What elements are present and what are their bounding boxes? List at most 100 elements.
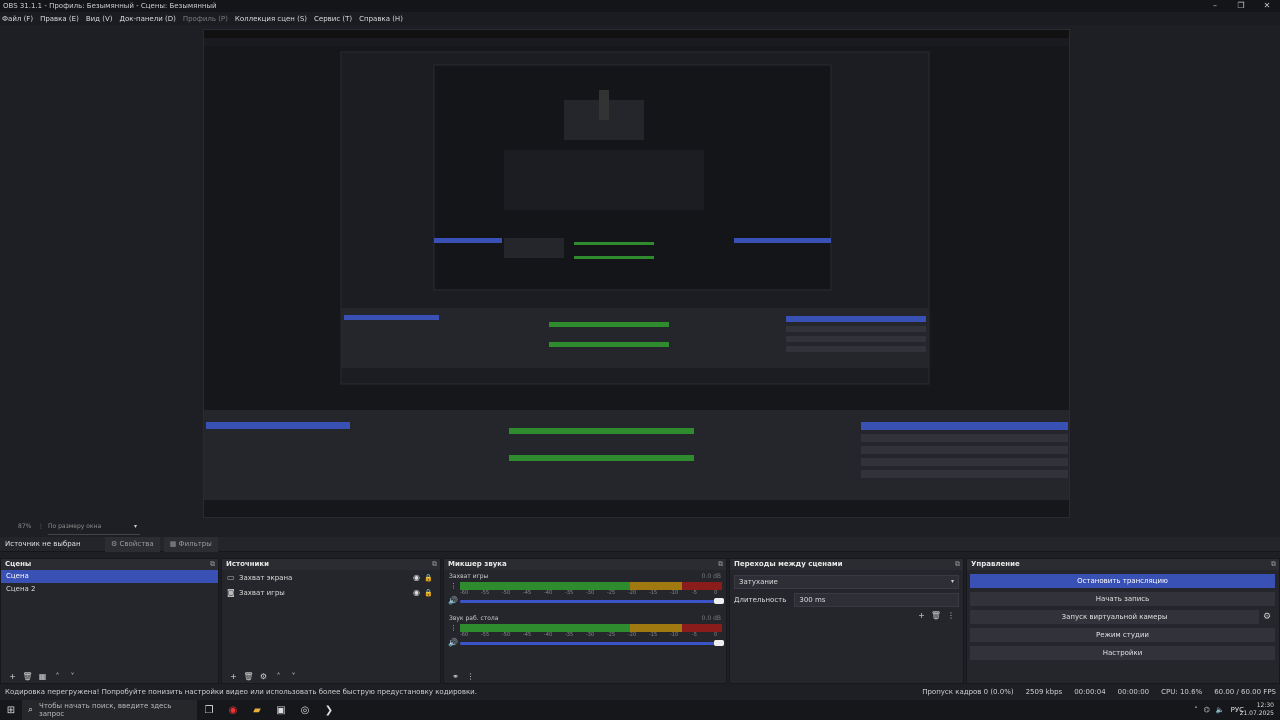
- volume-slider[interactable]: [460, 642, 722, 645]
- undock-icon[interactable]: ⧉: [955, 559, 960, 570]
- windows-start-icon[interactable]: ⊞: [0, 705, 22, 716]
- speaker-icon[interactable]: 🔊: [448, 638, 458, 647]
- taskbar-search[interactable]: ⌕ Чтобы начать поиск, введите здесь запро…: [22, 700, 197, 720]
- trash-icon[interactable]: 🗑: [241, 672, 256, 681]
- sources-title: Источники: [226, 560, 270, 568]
- clock-time: 12:30: [1256, 702, 1274, 709]
- undock-icon[interactable]: ⧉: [432, 559, 437, 570]
- settings-button[interactable]: Настройки: [970, 646, 1275, 660]
- link-icon[interactable]: ⚭: [448, 672, 463, 681]
- store-icon[interactable]: ▣: [269, 700, 293, 720]
- volume-slider-handle[interactable]: [714, 598, 724, 604]
- more-icon[interactable]: ⋮: [450, 582, 457, 590]
- menu-docks[interactable]: Док-панели (D): [119, 15, 175, 23]
- properties-button[interactable]: ⚙ Свойства: [105, 536, 160, 552]
- trash-icon[interactable]: 🗑: [931, 611, 941, 620]
- source-name: Захват игры: [239, 588, 285, 597]
- chevron-up-icon[interactable]: ˄: [271, 672, 286, 681]
- close-icon[interactable]: ✕: [1254, 0, 1280, 12]
- transitions-title: Переходы между сценами: [734, 560, 843, 568]
- transition-select[interactable]: Затухание ▾: [734, 575, 959, 589]
- zoom-percent[interactable]: 87%: [18, 520, 31, 534]
- add-icon[interactable]: +: [226, 672, 241, 681]
- status-bar: Кодировка перегружена! Попробуйте понизи…: [0, 685, 1280, 699]
- source-name: Захват экрана: [239, 573, 293, 582]
- start-recording-button[interactable]: Начать запись: [970, 592, 1275, 606]
- gear-icon: ⚙: [111, 540, 120, 548]
- preview-area: [0, 25, 1280, 519]
- chevron-up-icon[interactable]: ˄: [50, 672, 65, 681]
- source-item[interactable]: ◙ Захват игры ◉ 🔒: [222, 585, 440, 600]
- volume-meter: [460, 582, 722, 590]
- filter-icon[interactable]: ▦: [35, 672, 50, 681]
- system-tray: ˄ ⌬ 🔈 РУС: [1194, 706, 1244, 714]
- menu-profile[interactable]: Профиль (P): [183, 15, 228, 23]
- chevron-down-icon[interactable]: ˅: [65, 672, 80, 681]
- preview-zoom-bar: 87% ⋮ По размеру окна ▾: [0, 520, 1280, 535]
- no-source-label: Источник не выбран: [5, 540, 81, 548]
- gear-icon[interactable]: ⚙: [1259, 612, 1275, 622]
- clock-date: 21.07.2025: [1239, 710, 1274, 717]
- window-controls: – ❐ ✕: [1202, 0, 1280, 12]
- scene-item[interactable]: Сцена: [1, 570, 218, 583]
- source-item[interactable]: ▭ Захват экрана ◉ 🔒: [222, 570, 440, 585]
- browser-icon[interactable]: ◉: [221, 700, 245, 720]
- terminal-icon[interactable]: ❯: [317, 700, 341, 720]
- volume-icon[interactable]: 🔈: [1216, 706, 1225, 714]
- properties-label: Свойства: [119, 540, 154, 548]
- scene-item[interactable]: Сцена 2: [1, 583, 218, 596]
- undock-icon[interactable]: ⧉: [1271, 559, 1276, 570]
- zoom-fit-select[interactable]: По размеру окна: [48, 520, 140, 535]
- stop-streaming-button[interactable]: Остановить трансляцию: [970, 574, 1275, 588]
- lock-icon[interactable]: 🔒: [424, 574, 433, 582]
- chevron-down-icon: ▾: [950, 578, 954, 585]
- undock-icon[interactable]: ⧉: [210, 559, 215, 570]
- eye-icon[interactable]: ◉: [413, 573, 420, 582]
- add-icon[interactable]: +: [918, 611, 925, 620]
- volume-slider[interactable]: [460, 600, 722, 603]
- more-icon[interactable]: ⋮: [450, 624, 457, 632]
- volume-slider-handle[interactable]: [714, 640, 724, 646]
- eye-icon[interactable]: ◉: [413, 588, 420, 597]
- search-icon: ⌕: [28, 705, 34, 715]
- window-title: OBS 31.1.1 - Профиль: Безымянный - Сцены…: [3, 2, 217, 10]
- obs-icon[interactable]: ◎: [293, 700, 317, 720]
- scenes-dock: Сцены ⧉ Сцена Сцена 2 + 🗑 ▦ ˄ ˅: [0, 558, 219, 684]
- chevron-down-icon[interactable]: ▾: [134, 520, 137, 534]
- lock-icon[interactable]: 🔒: [424, 589, 433, 597]
- folder-icon[interactable]: ▰: [245, 700, 269, 720]
- controls-title: Управление: [971, 560, 1020, 568]
- start-virtual-camera-button[interactable]: Запуск виртуальной камеры: [970, 610, 1259, 624]
- speaker-icon[interactable]: 🔊: [448, 596, 458, 605]
- channel-name: Звук раб. стола: [449, 615, 499, 622]
- taskbar-clock[interactable]: 12:30 21.07.2025: [1240, 702, 1274, 718]
- filters-button[interactable]: ▦ Фильтры: [163, 536, 218, 552]
- network-icon[interactable]: ⌬: [1204, 706, 1210, 714]
- menu-edit[interactable]: Правка (E): [40, 15, 79, 23]
- studio-mode-button[interactable]: Режим студии: [970, 628, 1275, 642]
- add-icon[interactable]: +: [5, 672, 20, 681]
- zoom-separator: ⋮: [38, 523, 44, 530]
- record-time: 00:00:00: [1117, 688, 1150, 696]
- menu-tools[interactable]: Сервис (T): [314, 15, 352, 23]
- program-preview[interactable]: [203, 29, 1070, 518]
- transition-type: Затухание: [739, 578, 778, 586]
- undock-icon[interactable]: ⧉: [718, 559, 723, 570]
- cpu-usage: CPU: 10.6%: [1161, 688, 1203, 696]
- more-icon[interactable]: ⋮: [947, 611, 955, 620]
- task-view-icon[interactable]: ❐: [197, 700, 221, 720]
- channel-db: 0.0 dB: [701, 615, 721, 622]
- maximize-icon[interactable]: ❐: [1228, 0, 1254, 12]
- chevron-down-icon[interactable]: ˅: [286, 672, 301, 681]
- menu-scene-collection[interactable]: Коллекция сцен (S): [235, 15, 307, 23]
- gear-icon[interactable]: ⚙: [256, 672, 271, 681]
- menu-file[interactable]: Файл (F): [2, 15, 33, 23]
- trash-icon[interactable]: 🗑: [20, 672, 35, 681]
- more-icon[interactable]: ⋮: [463, 672, 478, 681]
- duration-input[interactable]: 300 ms: [794, 593, 959, 607]
- chevron-up-icon[interactable]: ˄: [1194, 706, 1198, 714]
- minimize-icon[interactable]: –: [1202, 0, 1228, 12]
- menu-help[interactable]: Справка (H): [359, 15, 403, 23]
- menu-view[interactable]: Вид (V): [86, 15, 113, 23]
- encoder-warning: Кодировка перегружена! Попробуйте понизи…: [5, 688, 477, 696]
